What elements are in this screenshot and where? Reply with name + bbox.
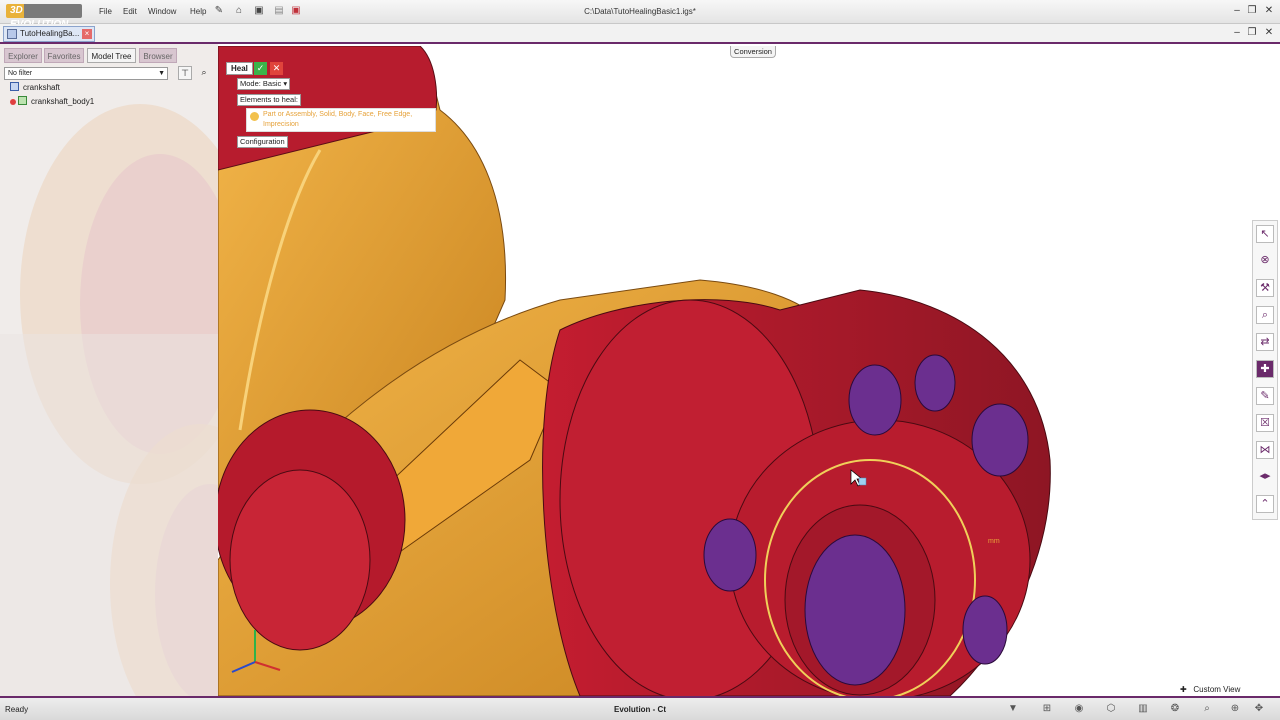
assembly-icon <box>10 82 19 91</box>
search-icon[interactable]: ⌕ <box>197 66 211 80</box>
chevron-down-icon: ▾ <box>283 79 288 88</box>
split-tool-icon[interactable]: ⋈ <box>1256 441 1274 459</box>
heal-title: Heal <box>226 62 253 75</box>
confirm-check-icon[interactable]: ✓ <box>254 62 267 75</box>
selection-hint-icon <box>250 112 259 121</box>
heal-panel: Heal ✓ ✕ Mode: Basic ▾ Elements to heal:… <box>226 62 438 152</box>
tab-favorites[interactable]: Favorites <box>44 48 84 63</box>
search-tool-icon[interactable]: ⌕ <box>1256 306 1274 324</box>
box-icon[interactable]: ▥ <box>1136 703 1150 715</box>
cube-view-icon[interactable]: ⬡ <box>1104 703 1118 715</box>
app-logo: 3D EVOLUTION <box>6 4 82 30</box>
tree-item-crankshaft[interactable]: crankshaft <box>10 82 60 92</box>
tree-item-crankshaft-body1[interactable]: crankshaft_body1 <box>10 96 94 106</box>
edit-tool-icon[interactable]: ✎ <box>1256 387 1274 405</box>
mode-value: Mode: Basic <box>240 79 282 88</box>
zoom-icon[interactable]: ⌕ <box>1200 703 1214 715</box>
rotate-icon[interactable]: ⊕ <box>1228 703 1242 715</box>
title-bar: 3D EVOLUTION File Edit Window Help ✎ ⌂ ▣… <box>0 0 1280 30</box>
custom-view-label: Custom View <box>1193 685 1241 694</box>
doc-close-icon[interactable]: ✕ <box>1262 27 1276 39</box>
window-title: C:\Data\TutoHealingBasic1.igs* <box>584 7 696 16</box>
chevron-up-icon[interactable]: ⌃ <box>1256 495 1274 513</box>
close-icon[interactable]: ✕ <box>1262 5 1276 17</box>
document-icon <box>7 29 17 39</box>
status-bar: Ready Evolution - Ct ▼ ⊞ ◉ ⬡ ▥ ❂ ⌕ ⊕ ✥ <box>0 696 1280 720</box>
hint-text: Part or Assembly, Solid, Body, Face, Fre… <box>263 111 413 128</box>
elements-to-heal-label: Elements to heal: <box>237 94 301 106</box>
status-center-text: Evolution - Ct <box>614 705 666 714</box>
cancel-circle-icon[interactable]: ⊗ <box>1256 252 1274 270</box>
restore-icon[interactable]: ❐ <box>1245 5 1259 17</box>
status-text: Ready <box>5 705 29 714</box>
tree-view-icon[interactable]: ⊞ <box>1040 703 1054 715</box>
menu-help[interactable]: Help <box>190 7 206 16</box>
configuration-button[interactable]: Configuration <box>237 136 288 148</box>
add-tool-icon[interactable]: ✚ <box>1256 360 1274 378</box>
open-folder-icon[interactable]: ⌂ <box>233 5 245 17</box>
tab-explorer[interactable]: Explorer <box>4 48 42 63</box>
filter-select[interactable]: No filter ▼ <box>4 67 168 80</box>
tab-browser[interactable]: Browser <box>139 48 177 63</box>
unit-label: mm <box>988 538 1000 545</box>
filter-funnel-icon[interactable]: ▼ <box>1006 703 1020 715</box>
sidebar: Explorer Favorites Model Tree Browser No… <box>0 44 218 696</box>
transform-tool-icon[interactable]: ⇄ <box>1256 333 1274 351</box>
menu-edit[interactable]: Edit <box>123 7 137 16</box>
heal-tool-icon[interactable]: ⚒ <box>1256 279 1274 297</box>
sidebar-ghost-part <box>0 104 218 696</box>
tab-model-tree[interactable]: Model Tree <box>87 48 136 63</box>
menu-file[interactable]: File <box>99 7 112 16</box>
error-indicator-icon <box>10 99 16 105</box>
close-tab-icon[interactable]: × <box>82 29 92 39</box>
elements-hint[interactable]: Part or Assembly, Solid, Body, Face, Fre… <box>246 108 436 132</box>
mode-select[interactable]: Mode: Basic ▾ <box>237 78 291 90</box>
sidebar-tabs: Explorer Favorites Model Tree Browser <box>0 46 218 64</box>
select-arrow-icon[interactable]: ↖ <box>1256 225 1274 243</box>
save-red-icon[interactable]: ▣ <box>290 5 302 17</box>
document-tab-bar: TutoHealingBa... × – ❐ ✕ <box>0 24 1280 44</box>
doc-restore-icon[interactable]: ❐ <box>1245 27 1259 39</box>
body-icon <box>18 96 27 105</box>
conversion-tab[interactable]: Conversion <box>730 46 776 58</box>
plus-icon: ✚ <box>1180 685 1187 694</box>
menu-window[interactable]: Window <box>148 7 176 16</box>
arrow-tool-icon[interactable]: ◂▸ <box>1256 468 1274 486</box>
eye-icon[interactable]: ◉ <box>1072 703 1086 715</box>
tree-item-label: crankshaft <box>23 83 60 92</box>
delete-tool-icon[interactable]: ☒ <box>1256 414 1274 432</box>
document-tab-label: TutoHealingBa... <box>20 29 80 38</box>
render-mode-icon[interactable]: ❂ <box>1168 703 1182 715</box>
document-tab[interactable]: TutoHealingBa... × <box>3 26 95 42</box>
chevron-down-icon: ▼ <box>158 70 165 77</box>
filter-icon[interactable]: ⊤ <box>178 66 192 80</box>
minimize-icon[interactable]: – <box>1230 5 1244 17</box>
custom-view-control[interactable]: ✚ Custom View <box>1180 684 1280 696</box>
pan-icon[interactable]: ✥ <box>1252 703 1266 715</box>
cancel-x-icon[interactable]: ✕ <box>270 62 283 75</box>
filter-value: No filter <box>8 70 33 77</box>
save-icon[interactable]: ▣ <box>253 5 265 17</box>
pen-icon[interactable]: ✎ <box>213 5 225 17</box>
tree-item-label: crankshaft_body1 <box>31 97 95 106</box>
right-toolbar: ↖ ⊗ ⚒ ⌕ ⇄ ✚ ✎ ☒ ⋈ ◂▸ ⌃ <box>1252 220 1278 520</box>
save-all-icon[interactable]: ▤ <box>273 5 285 17</box>
doc-minimize-icon[interactable]: – <box>1230 27 1244 39</box>
